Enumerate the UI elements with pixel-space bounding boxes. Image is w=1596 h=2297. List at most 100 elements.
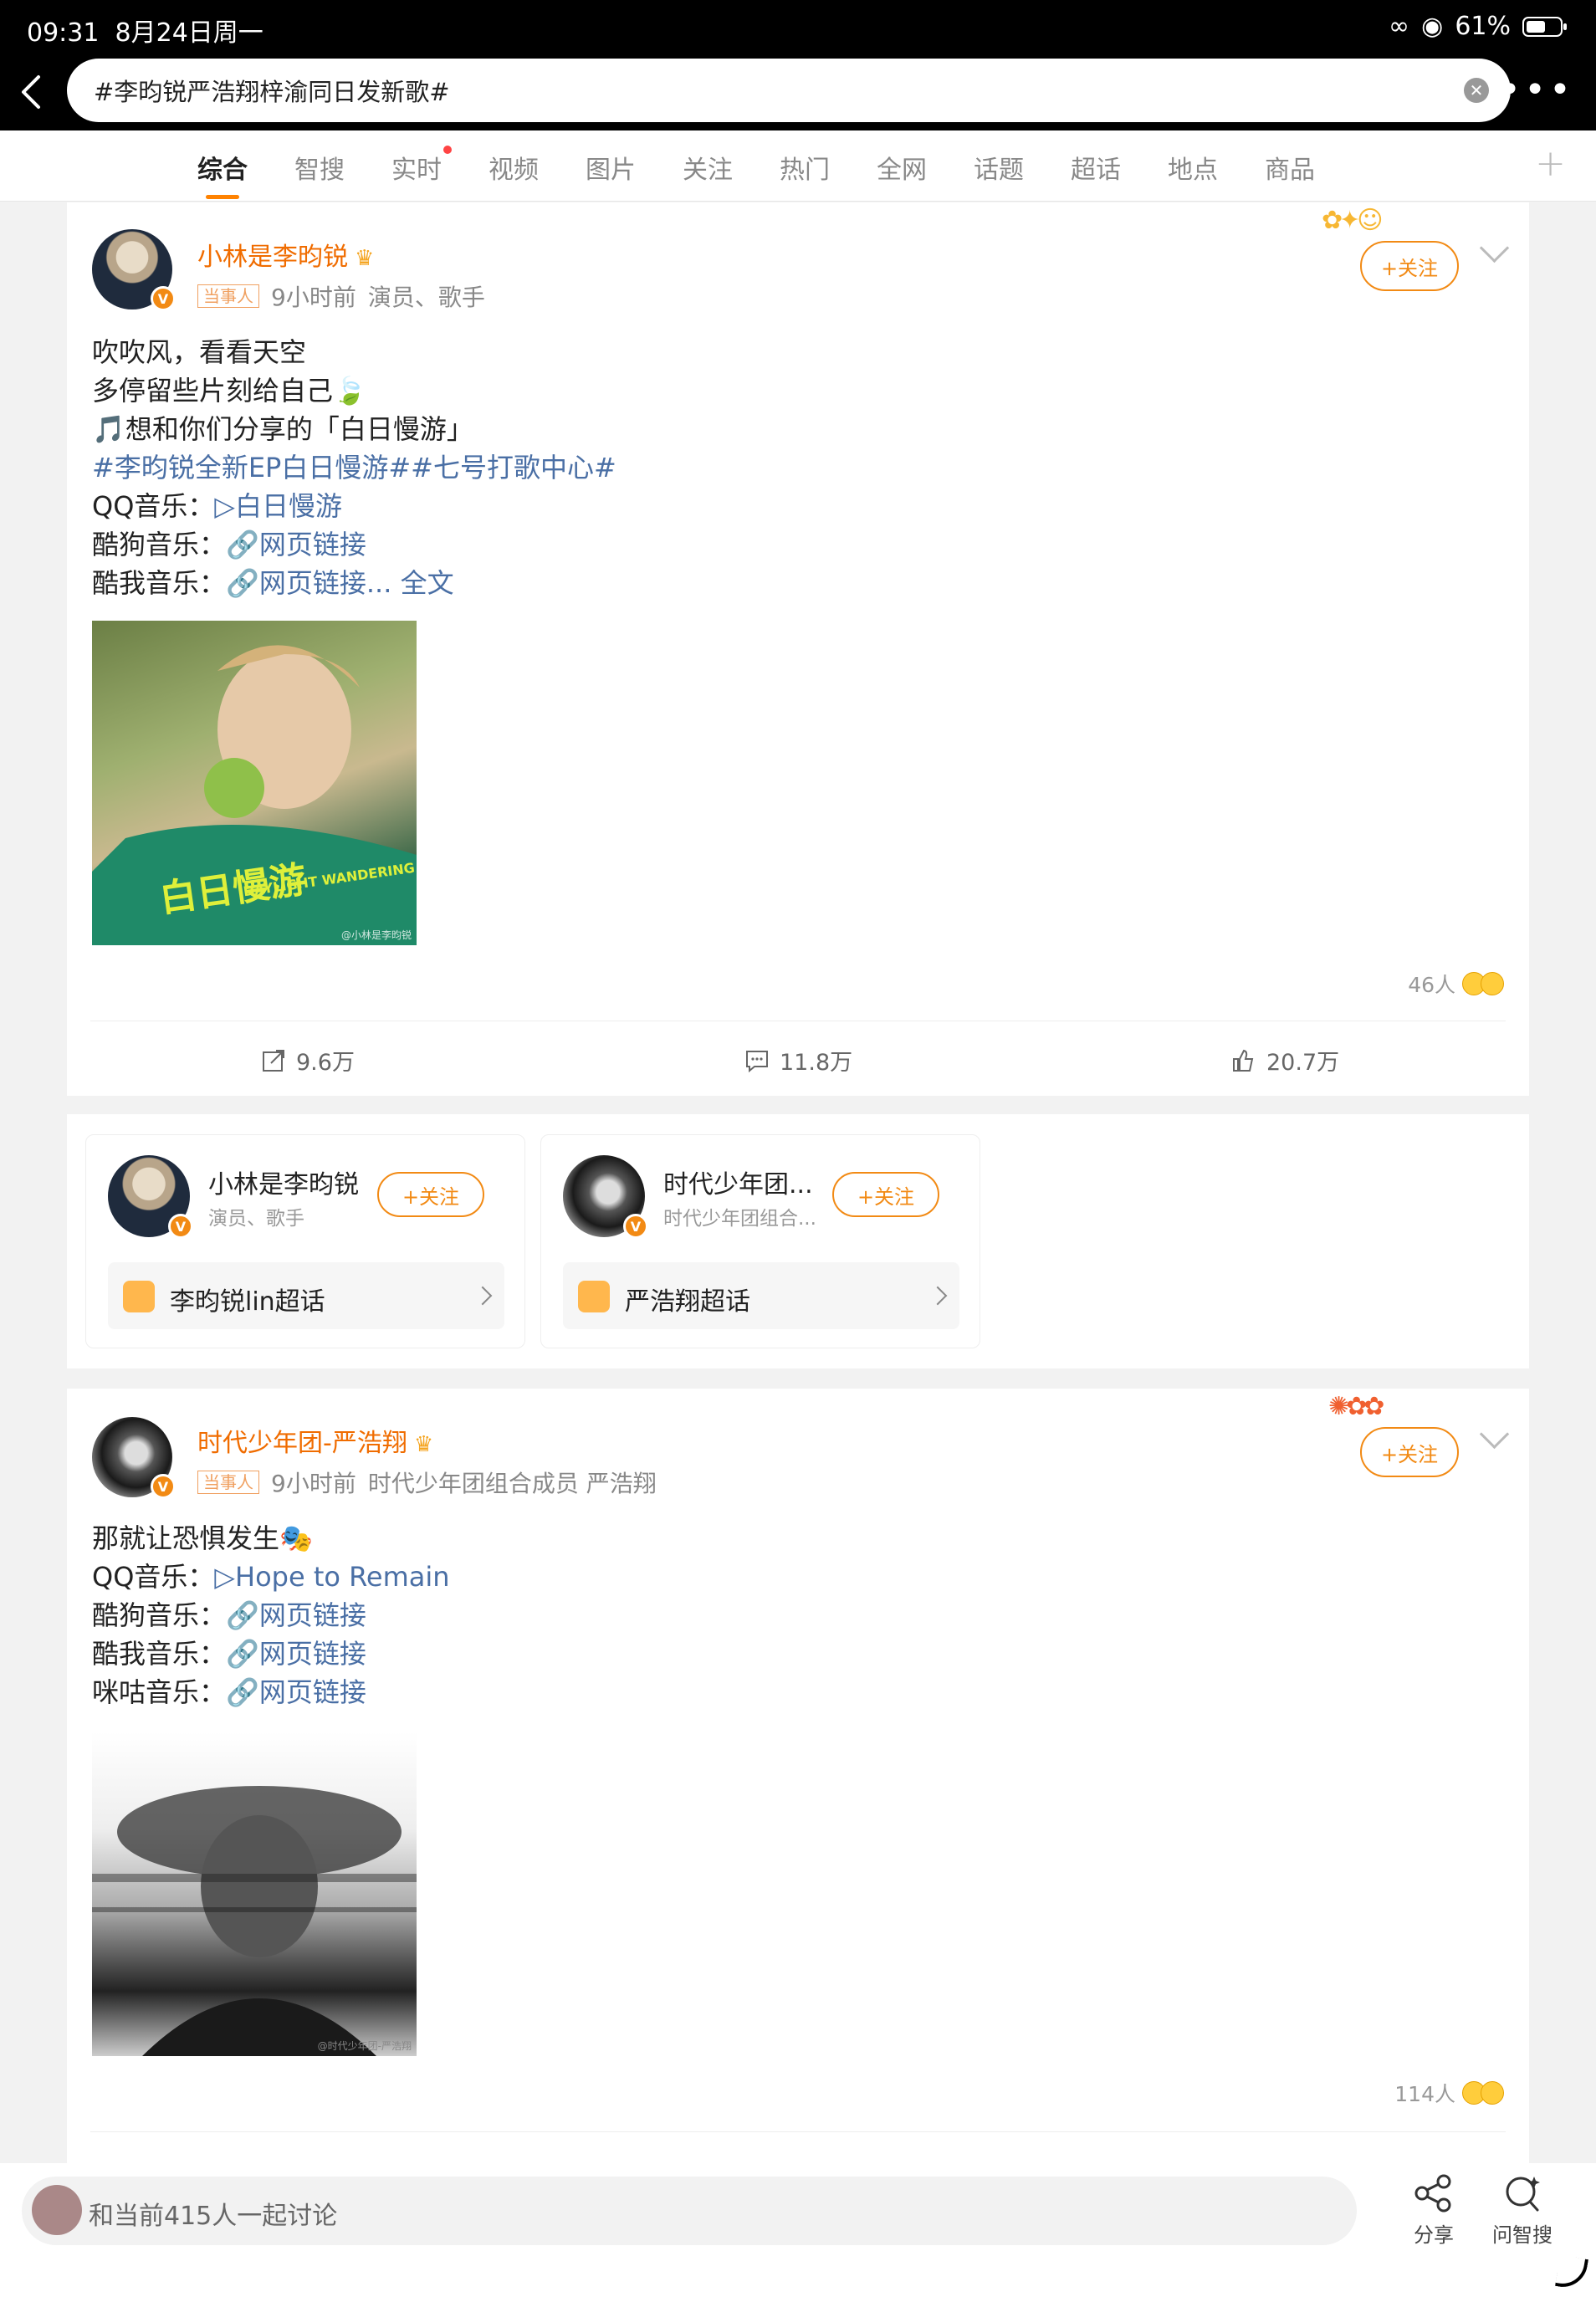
party-badge: 当事人 [197, 1471, 259, 1494]
decoration-icon: ✺✿✿ [1328, 1392, 1384, 1421]
emoji-icon [1481, 2081, 1504, 2105]
discussion-input[interactable]: 和当前415人一起讨论 [22, 2177, 1357, 2245]
repost-icon [263, 1049, 284, 1072]
image-watermark: @小林是李昀锐 [340, 929, 412, 941]
super-topic-link[interactable]: 李昀锐lin超话 [108, 1262, 504, 1329]
super-topic-link[interactable]: 严浩翔超话 [563, 1262, 959, 1329]
chevron-right-icon [473, 1286, 493, 1306]
follow-button[interactable]: +关注 [832, 1172, 939, 1217]
account-desc: 时代少年团组合... [663, 1208, 816, 1230]
tab-products[interactable]: 商品 [1265, 149, 1315, 186]
photo-illustration [92, 1786, 417, 2056]
post-card: V 小林是李昀锐 ♛ 当事人 9小时前 演员、歌手 ✿✦☺ +关注 吹吹风，看看天… [67, 202, 1529, 1096]
lock-rotation-icon: ◉ [1421, 12, 1444, 41]
kuwo-link[interactable]: 🔗网页链接... [226, 567, 391, 599]
full-text-link[interactable]: 全文 [401, 567, 454, 599]
post-meta: 当事人 9小时前 演员、歌手 [197, 279, 485, 313]
kugou-link[interactable]: 🔗网页链接 [226, 529, 366, 560]
kuwo-link[interactable]: 🔗网页链接 [226, 1638, 366, 1670]
back-arrow-icon[interactable] [15, 72, 49, 112]
search-tabs: 综合 智搜 实时 视频 图片 关注 热门 全网 话题 超话 地点 商品 + [0, 130, 1596, 202]
avatar[interactable]: V [92, 1417, 176, 1499]
like-icon [1233, 1049, 1254, 1072]
emoji-icon [1481, 972, 1504, 995]
account-name: 时代少年团... [663, 1170, 813, 1200]
super-topic-icon [578, 1281, 610, 1312]
verified-icon: V [168, 1214, 193, 1239]
avatar[interactable]: V [92, 229, 176, 311]
my-avatar [32, 2185, 82, 2235]
verified-icon: V [151, 286, 176, 311]
tab-topics[interactable]: 话题 [974, 149, 1024, 186]
tab-hot[interactable]: 热门 [780, 149, 830, 186]
tab-zonghe[interactable]: 综合 [197, 149, 248, 199]
share-button[interactable]: 分享 [1412, 2173, 1455, 2248]
status-time: 09:31 8月24日周一 [27, 18, 263, 48]
image-watermark: @时代少年团-严浩翔 [317, 2040, 412, 2052]
tab-following[interactable]: 关注 [683, 149, 733, 186]
verified-icon: V [151, 1474, 176, 1499]
comment-button[interactable]: 11.8万 [744, 1044, 852, 1077]
post-image[interactable]: @时代少年团-严浩翔 [92, 1732, 417, 2056]
super-topic-icon [123, 1281, 155, 1312]
repost-button[interactable]: 9.6万 [261, 1044, 355, 1077]
tab-video[interactable]: 视频 [489, 149, 539, 186]
qq-music-link[interactable]: ▷Hope to Remain [214, 1561, 449, 1593]
like-button[interactable]: 20.7万 [1230, 1044, 1339, 1077]
share-icon [1414, 2174, 1451, 2213]
bottom-bar: 和当前415人一起讨论 分享 问智搜 [0, 2163, 1596, 2297]
account-card[interactable]: V 时代少年团... 时代少年团组合... +关注 严浩翔超话 [540, 1134, 980, 1348]
divider [90, 2131, 1506, 2132]
chevron-down-icon[interactable] [1479, 1419, 1510, 1450]
tab-places[interactable]: 地点 [1168, 149, 1218, 186]
reactors-summary[interactable]: 46人 [1408, 969, 1504, 999]
battery-icon [1522, 16, 1567, 37]
account-desc: 演员、歌手 [208, 1208, 304, 1230]
post-meta: 当事人 9小时前 时代少年团组合成员 严浩翔 [197, 1466, 657, 1499]
follow-button[interactable]: +关注 [1360, 241, 1459, 291]
battery-percent: 61% [1455, 12, 1511, 41]
kugou-link[interactable]: 🔗网页链接 [226, 1599, 366, 1631]
more-icon[interactable]: ••• [1499, 72, 1574, 109]
post-card: V 时代少年团-严浩翔 ♛ 当事人 9小时前 时代少年团组合成员 严浩翔 ✺✿✿ … [67, 1389, 1529, 2175]
crown-icon: ♛ [413, 1432, 434, 1457]
decoration-icon: ✿✦☺ [1322, 206, 1384, 235]
status-right: ∞ ◉ 61% [1389, 12, 1567, 41]
crown-icon: ♛ [355, 246, 375, 271]
username[interactable]: 小林是李昀锐 ♛ [197, 236, 374, 273]
tab-zhisou[interactable]: 智搜 [294, 149, 345, 186]
search-header: #李昀锐严浩翔梓渝同日发新歌# ✕ ••• [0, 54, 1596, 130]
qq-music-link[interactable]: ▷白日慢游 [214, 490, 342, 522]
search-input[interactable]: #李昀锐严浩翔梓渝同日发新歌# ✕ [67, 59, 1511, 122]
notification-dot [443, 146, 452, 154]
chevron-down-icon[interactable] [1479, 233, 1510, 263]
avatar[interactable]: V [563, 1155, 648, 1239]
post-image[interactable]: 白日慢游 DAYLIGHT WANDERING @小林是李昀锐 [92, 621, 417, 945]
follow-button[interactable]: +关注 [1360, 1427, 1459, 1477]
account-name: 小林是李昀锐 [208, 1170, 359, 1200]
status-bar: 09:31 8月24日周一 ∞ ◉ 61% [0, 0, 1596, 54]
avatar[interactable]: V [108, 1155, 193, 1239]
link-icon: ∞ [1389, 12, 1410, 41]
hashtag-link[interactable]: #李昀锐全新EP白日慢游##七号打歌中心# [92, 448, 616, 487]
tab-web[interactable]: 全网 [877, 149, 927, 186]
comment-icon [746, 1050, 768, 1072]
ai-search-icon [1506, 2177, 1540, 2212]
username[interactable]: 时代少年团-严浩翔 ♛ [197, 1422, 433, 1459]
follow-button[interactable]: +关注 [377, 1172, 484, 1217]
tab-super-topics[interactable]: 超话 [1071, 149, 1121, 186]
account-card[interactable]: V 小林是李昀锐 演员、歌手 +关注 李昀锐lin超话 [85, 1134, 525, 1348]
chevron-right-icon [928, 1286, 948, 1306]
verified-icon: V [623, 1214, 648, 1239]
reactors-summary[interactable]: 114人 [1394, 2078, 1504, 2108]
migu-link[interactable]: 🔗网页链接 [226, 1676, 366, 1708]
party-badge: 当事人 [197, 284, 259, 308]
post-text: 吹吹风，看看天空 多停留些片刻给自己🍃 🎵想和你们分享的「白日慢游」 #李昀锐全… [92, 336, 616, 599]
search-query: #李昀锐严浩翔梓渝同日发新歌# [94, 78, 450, 106]
ask-search-button[interactable]: 问智搜 [1492, 2173, 1553, 2248]
tab-images[interactable]: 图片 [586, 149, 636, 186]
related-accounts-card: V 小林是李昀锐 演员、歌手 +关注 李昀锐lin超话 V 时代少年团... 时… [67, 1114, 1529, 1368]
clear-icon[interactable]: ✕ [1464, 78, 1489, 103]
add-tab-icon[interactable]: + [1535, 142, 1566, 185]
tab-shishi[interactable]: 实时 [391, 146, 452, 186]
